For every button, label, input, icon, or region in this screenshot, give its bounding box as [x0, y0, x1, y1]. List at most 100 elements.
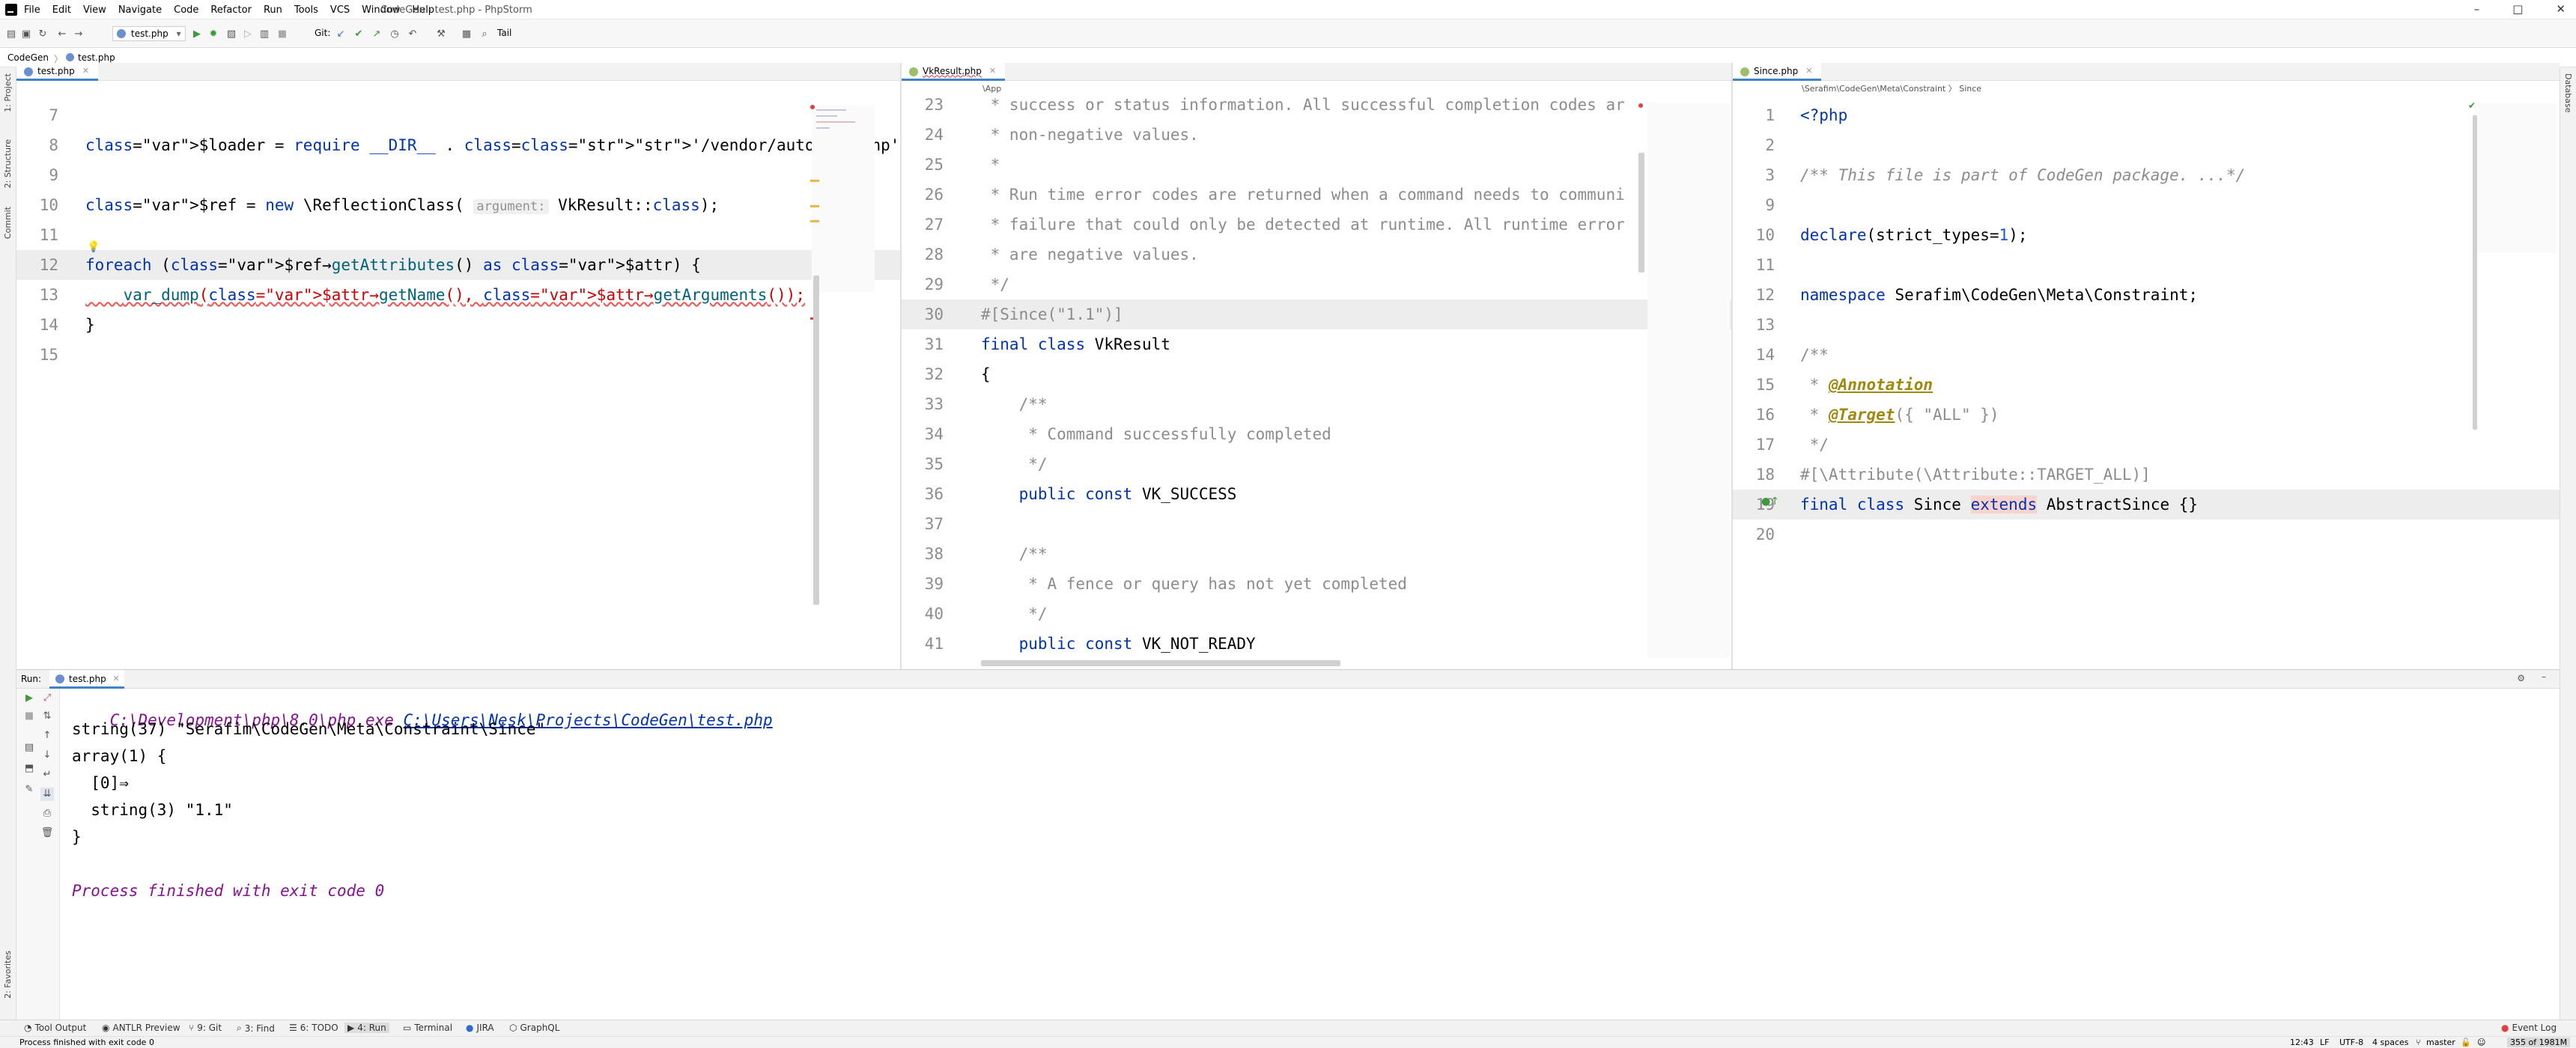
restore-icon[interactable]: ⬒: [22, 762, 36, 776]
open-icon[interactable]: ▤: [4, 27, 18, 40]
pin-icon[interactable]: ⤢: [40, 692, 54, 705]
run-console[interactable]: C:\Development\php\8.0\php.exe C:\Users\…: [60, 689, 2560, 1020]
menu-tools[interactable]: Tools: [294, 4, 318, 16]
todo-button[interactable]: ☰ 6: TODO: [289, 1023, 338, 1033]
line-number[interactable]: 1: [1733, 100, 1775, 130]
code-line[interactable]: 8 class="var">$loader = require __DIR__ .…: [16, 130, 900, 160]
line-number[interactable]: 28: [902, 240, 944, 269]
line-number[interactable]: 14: [1733, 340, 1775, 370]
down-arrow-icon[interactable]: ↓: [40, 749, 54, 762]
code-line[interactable]: 41 public const VK_NOT_READY: [902, 629, 1731, 659]
code-line[interactable]: 3 /** This file is part of CodeGen packag…: [1733, 160, 2560, 190]
line-number[interactable]: 10: [16, 190, 58, 220]
code-line[interactable]: 18 #[\Attribute(\Attribute::TARGET_ALL)]: [1733, 460, 2560, 490]
vertical-scrollbar[interactable]: [2473, 115, 2477, 430]
git-button[interactable]: ⑂ 9: Git: [189, 1023, 222, 1033]
close-tab-icon[interactable]: ✕: [82, 66, 89, 76]
line-number[interactable]: 20: [1733, 520, 1775, 549]
menu-run[interactable]: Run: [264, 4, 282, 16]
wrench-icon[interactable]: ⚒: [434, 27, 448, 40]
code-line[interactable]: 9: [1733, 190, 2560, 220]
code-line[interactable]: 15: [16, 340, 900, 370]
intention-bulb-icon[interactable]: 💡: [87, 241, 100, 253]
line-number[interactable]: 32: [902, 359, 944, 389]
menu-navigate[interactable]: Navigate: [118, 4, 162, 16]
line-number[interactable]: 14: [16, 310, 58, 340]
memory-indicator[interactable]: 355 of 1981M: [2507, 1038, 2571, 1047]
line-number[interactable]: 9: [16, 160, 58, 190]
line-number[interactable]: 31: [902, 329, 944, 359]
breadcrumb-file[interactable]: test.php: [78, 52, 115, 63]
warning-stripe[interactable]: [810, 220, 819, 222]
code-line[interactable]: 25 *: [902, 150, 1731, 180]
find-button[interactable]: ⌕ 3: Find: [237, 1023, 275, 1034]
hide-panel-icon[interactable]: –: [2542, 671, 2546, 682]
line-number[interactable]: 39: [902, 569, 944, 599]
git-push-icon[interactable]: ↗: [370, 27, 383, 40]
code-line[interactable]: 14}: [16, 310, 900, 340]
menu-view[interactable]: View: [83, 4, 106, 16]
inspection-icon[interactable]: ☺: [2477, 1038, 2485, 1047]
minimap[interactable]: [1647, 103, 1730, 657]
line-number[interactable]: 2: [1733, 130, 1775, 160]
code-line[interactable]: 26 * Run time error codes are returned w…: [902, 180, 1731, 210]
forward-icon[interactable]: →: [72, 27, 85, 40]
code-line[interactable]: 16 * @Target({ "ALL" }): [1733, 400, 2560, 430]
soft-wrap-icon[interactable]: ↵: [40, 768, 54, 782]
line-number[interactable]: 3: [1733, 160, 1775, 190]
code-line[interactable]: 36 public const VK_SUCCESS: [902, 479, 1731, 509]
maximize-button[interactable]: □: [2512, 2, 2523, 16]
profile-icon[interactable]: ▷: [241, 27, 255, 40]
search-icon[interactable]: ⌕: [478, 27, 491, 40]
caret-position[interactable]: 12:43: [2290, 1038, 2314, 1047]
database-tool-button[interactable]: Database: [2563, 73, 2573, 113]
line-number[interactable]: 24: [902, 120, 944, 150]
coverage-icon[interactable]: ▧: [225, 27, 238, 40]
tail-label[interactable]: Tail: [497, 28, 511, 38]
line-number[interactable]: 26: [902, 180, 944, 210]
run-tab-test-php[interactable]: test.php ✕: [49, 670, 124, 689]
back-icon[interactable]: ←: [55, 27, 69, 40]
implements-gutter-icon[interactable]: ●↑: [1761, 496, 1779, 508]
vertical-scrollbar[interactable]: [1638, 153, 1644, 272]
code-line[interactable]: 35 */: [902, 449, 1731, 479]
code-line[interactable]: 12 foreach (class="var">$ref→getAttribute…: [16, 250, 900, 280]
close-button[interactable]: ✕: [2556, 2, 2566, 16]
code-line[interactable]: 2: [1733, 130, 2560, 160]
run-config-select[interactable]: test.php ▾: [112, 26, 186, 41]
code-line[interactable]: 7: [16, 100, 900, 130]
tool-output-button[interactable]: ◔ Tool Output: [24, 1023, 86, 1033]
code-line[interactable]: 1 <?php: [1733, 100, 2560, 130]
line-number[interactable]: 37: [902, 509, 944, 539]
breadcrumb-project[interactable]: CodeGen: [7, 52, 49, 63]
commit-tool-button[interactable]: Commit: [3, 207, 13, 239]
line-number[interactable]: 16: [1733, 400, 1775, 430]
line-number[interactable]: 23: [902, 90, 944, 120]
favorites-tool-button[interactable]: 2: Favorites: [3, 951, 13, 999]
project-tool-button[interactable]: 1: Project: [3, 73, 13, 112]
error-indicator-icon[interactable]: [810, 105, 815, 109]
code-line[interactable]: 13: [1733, 310, 2560, 340]
line-separator[interactable]: LF: [2320, 1038, 2329, 1047]
code-line[interactable]: 28 * are negative values.: [902, 240, 1731, 269]
pin-tab-icon[interactable]: ✎: [22, 783, 36, 796]
structure-tool-button[interactable]: 2: Structure: [3, 139, 13, 188]
line-number[interactable]: 29: [902, 269, 944, 299]
code-line[interactable]: 14 /**: [1733, 340, 2560, 370]
run-button[interactable]: ▶ 4: Run: [344, 1023, 389, 1033]
line-number[interactable]: 41: [902, 629, 944, 659]
terminal-button[interactable]: ▭ Terminal: [403, 1023, 452, 1033]
code-line[interactable]: 23 * success or status information. All …: [902, 90, 1731, 120]
history-icon[interactable]: ◷: [388, 27, 401, 40]
code-line[interactable]: 33 /**: [902, 389, 1731, 419]
code-line[interactable]: 30 #[Since("1.1")]: [902, 299, 1731, 329]
code-line[interactable]: 37: [902, 509, 1731, 539]
debug-icon[interactable]: ✹: [207, 27, 220, 40]
code-line[interactable]: 32 {: [902, 359, 1731, 389]
line-number[interactable]: 40: [902, 599, 944, 629]
line-number[interactable]: 8: [16, 130, 58, 160]
line-number[interactable]: 12: [16, 250, 58, 280]
code-line[interactable]: 11: [16, 220, 900, 250]
up-arrow-icon[interactable]: ↑: [40, 729, 54, 743]
rerun-icon[interactable]: ▶: [22, 692, 36, 705]
